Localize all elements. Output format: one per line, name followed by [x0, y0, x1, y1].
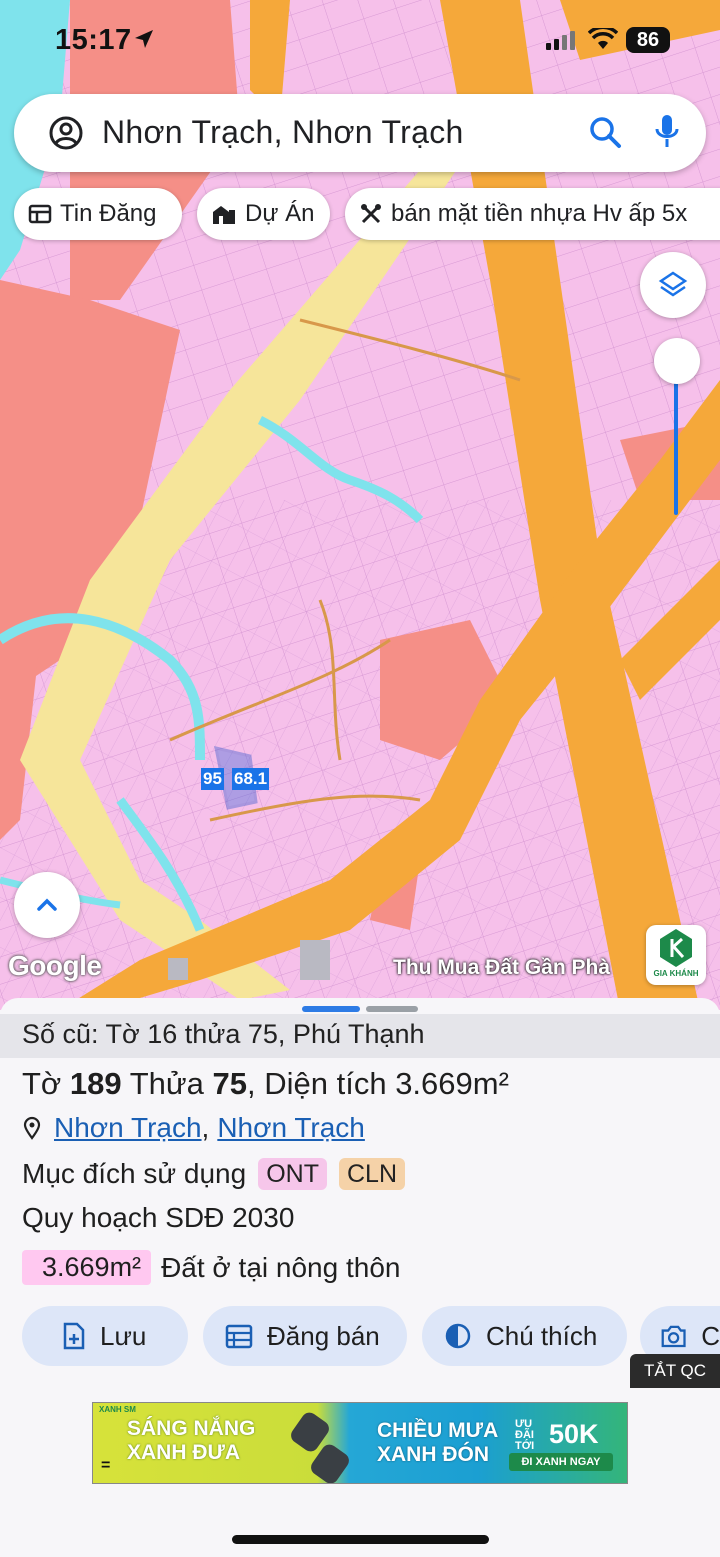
location-pin-icon — [23, 1116, 41, 1140]
ad-line-2: CHIỀU MƯA XANH ĐÓN — [377, 1419, 498, 1467]
chip-label: Dự Án — [245, 200, 315, 227]
account-icon[interactable] — [48, 115, 84, 151]
parcel-label-right[interactable]: 68.1 — [232, 768, 270, 790]
zoning-area-badge: 3.669m² — [22, 1250, 152, 1285]
planning-label: Quy hoạch SDĐ 2030 — [22, 1202, 295, 1233]
ad-line-1: SÁNG NẮNG XANH ĐƯA — [127, 1417, 255, 1465]
location-arrow-icon — [135, 30, 153, 48]
ad-cta[interactable]: ĐI XANH NGAY — [509, 1453, 613, 1471]
search-input[interactable]: Nhơn Trạch, Nhơn Trạch — [102, 114, 464, 151]
parcel-summary: Tờ 189 Thửa 75, Diện tích 3.669m² — [22, 1066, 509, 1101]
land-use-row: Mục đích sử dụng ONT CLN — [22, 1158, 405, 1190]
location-link-district[interactable]: Nhơn Trạch — [54, 1112, 202, 1144]
sheet-number: 189 — [69, 1066, 122, 1101]
chip-label: Tin Đăng — [60, 200, 157, 227]
chip-label: bán mặt tiền nhựa Hv ấp 5x — [391, 200, 688, 227]
legend-button-label: Chú thích — [486, 1320, 598, 1351]
chip-search-suggestion[interactable]: bán mặt tiền nhựa Hv ấp 5x — [345, 188, 720, 240]
land-use-tag-ont[interactable]: ONT — [258, 1158, 327, 1190]
ad-banner[interactable]: XANH SM SÁNG NẮNG XANH ĐƯA CHIỀU MƯA XAN… — [92, 1402, 628, 1484]
battery-indicator: 86 — [626, 27, 670, 53]
ad-promo-big: 50K — [549, 1419, 599, 1449]
ad-eq: = — [101, 1457, 111, 1474]
zoning-description: Đất ở tại nông thôn — [161, 1251, 401, 1283]
ad-close-button[interactable]: TẮT QC — [630, 1354, 720, 1388]
tools-icon — [361, 204, 381, 224]
chevron-up-icon — [37, 898, 57, 911]
zoning-area-row: 3.669m² Đất ở tại nông thôn — [22, 1250, 400, 1285]
post-sale-button[interactable]: Đăng bán — [203, 1306, 407, 1366]
land-use-tag-cln[interactable]: CLN — [338, 1158, 405, 1190]
ad-line-2a: CHIỀU MƯA — [377, 1419, 499, 1442]
gia-khanh-logo-icon — [660, 929, 692, 967]
ad-line-1a: SÁNG NẮNG — [127, 1417, 256, 1440]
plot-number: 75 — [212, 1066, 247, 1101]
location-separator: , — [201, 1112, 210, 1143]
ad-car-image — [291, 1412, 349, 1483]
post-sale-button-label: Đăng bán — [267, 1320, 380, 1351]
google-logo: Google — [8, 950, 102, 981]
capture-button-label: C — [701, 1320, 720, 1351]
sheet-handle-active[interactable] — [302, 1006, 360, 1012]
ad-brand: XANH SM — [99, 1405, 136, 1414]
chip-tin-dang[interactable]: Tin Đăng — [14, 188, 182, 240]
parcel-info-sheet: Số cũ: Tờ 16 thửa 75, Phú Thạnh Tờ 189 T… — [0, 998, 720, 1557]
chip-du-an[interactable]: Dự Án — [197, 188, 330, 240]
sheet-handle-inactive[interactable] — [366, 1006, 418, 1012]
camera-icon — [661, 1325, 686, 1348]
search-bar[interactable]: Nhơn Trạch, Nhơn Trạch — [14, 94, 706, 172]
opacity-slider-handle[interactable] — [654, 338, 700, 384]
layers-icon — [658, 271, 688, 297]
microphone-icon[interactable] — [654, 113, 680, 151]
layers-button[interactable] — [640, 252, 706, 318]
old-reference: Số cũ: Tờ 16 thửa 75, Phú Thạnh — [0, 1014, 720, 1058]
map-view[interactable]: 15:17 86 Nhơn Trạch, Nhơn Trạch Tin Đăng… — [0, 0, 720, 1010]
area-label: Diện tích — [264, 1066, 387, 1101]
status-bar: 15:17 86 — [0, 0, 720, 80]
save-button-label: Lưu — [100, 1320, 147, 1351]
contrast-icon — [445, 1323, 471, 1349]
location-row: Nhơn Trạch , Nhơn Trạch — [22, 1112, 365, 1144]
gia-khanh-logo[interactable]: GIA KHÁNH — [646, 925, 706, 985]
save-doc-icon — [63, 1322, 85, 1350]
status-time: 15:17 — [55, 24, 132, 56]
sheet-label: Tờ — [22, 1066, 62, 1101]
plot-label: Thửa — [129, 1066, 204, 1101]
land-use-label: Mục đích sử dụng — [22, 1158, 247, 1189]
signal-icon — [546, 31, 575, 50]
area-value: 3.669m² — [395, 1066, 509, 1101]
wifi-icon — [588, 28, 618, 49]
logo-caption: GIA KHÁNH — [653, 969, 699, 978]
promo-text[interactable]: Thu Mua Đất Gần Phà — [393, 956, 610, 980]
ad-line-2b: XANH ĐÓN — [377, 1443, 490, 1466]
ad-promo-small: ƯU ĐÃI TỚI — [515, 1418, 535, 1452]
home-indicator[interactable] — [232, 1535, 489, 1544]
table-icon — [28, 204, 52, 224]
parcel-label-left[interactable]: 95 — [201, 768, 224, 790]
building-icon — [213, 206, 235, 224]
expand-sheet-button[interactable] — [14, 872, 80, 938]
ad-line-1b: XANH ĐƯA — [127, 1441, 241, 1464]
calendar-icon — [225, 1324, 253, 1349]
location-link-commune[interactable]: Nhơn Trạch — [217, 1112, 365, 1144]
save-button[interactable]: Lưu — [22, 1306, 188, 1366]
search-icon[interactable] — [588, 115, 622, 149]
legend-button[interactable]: Chú thích — [422, 1306, 627, 1366]
